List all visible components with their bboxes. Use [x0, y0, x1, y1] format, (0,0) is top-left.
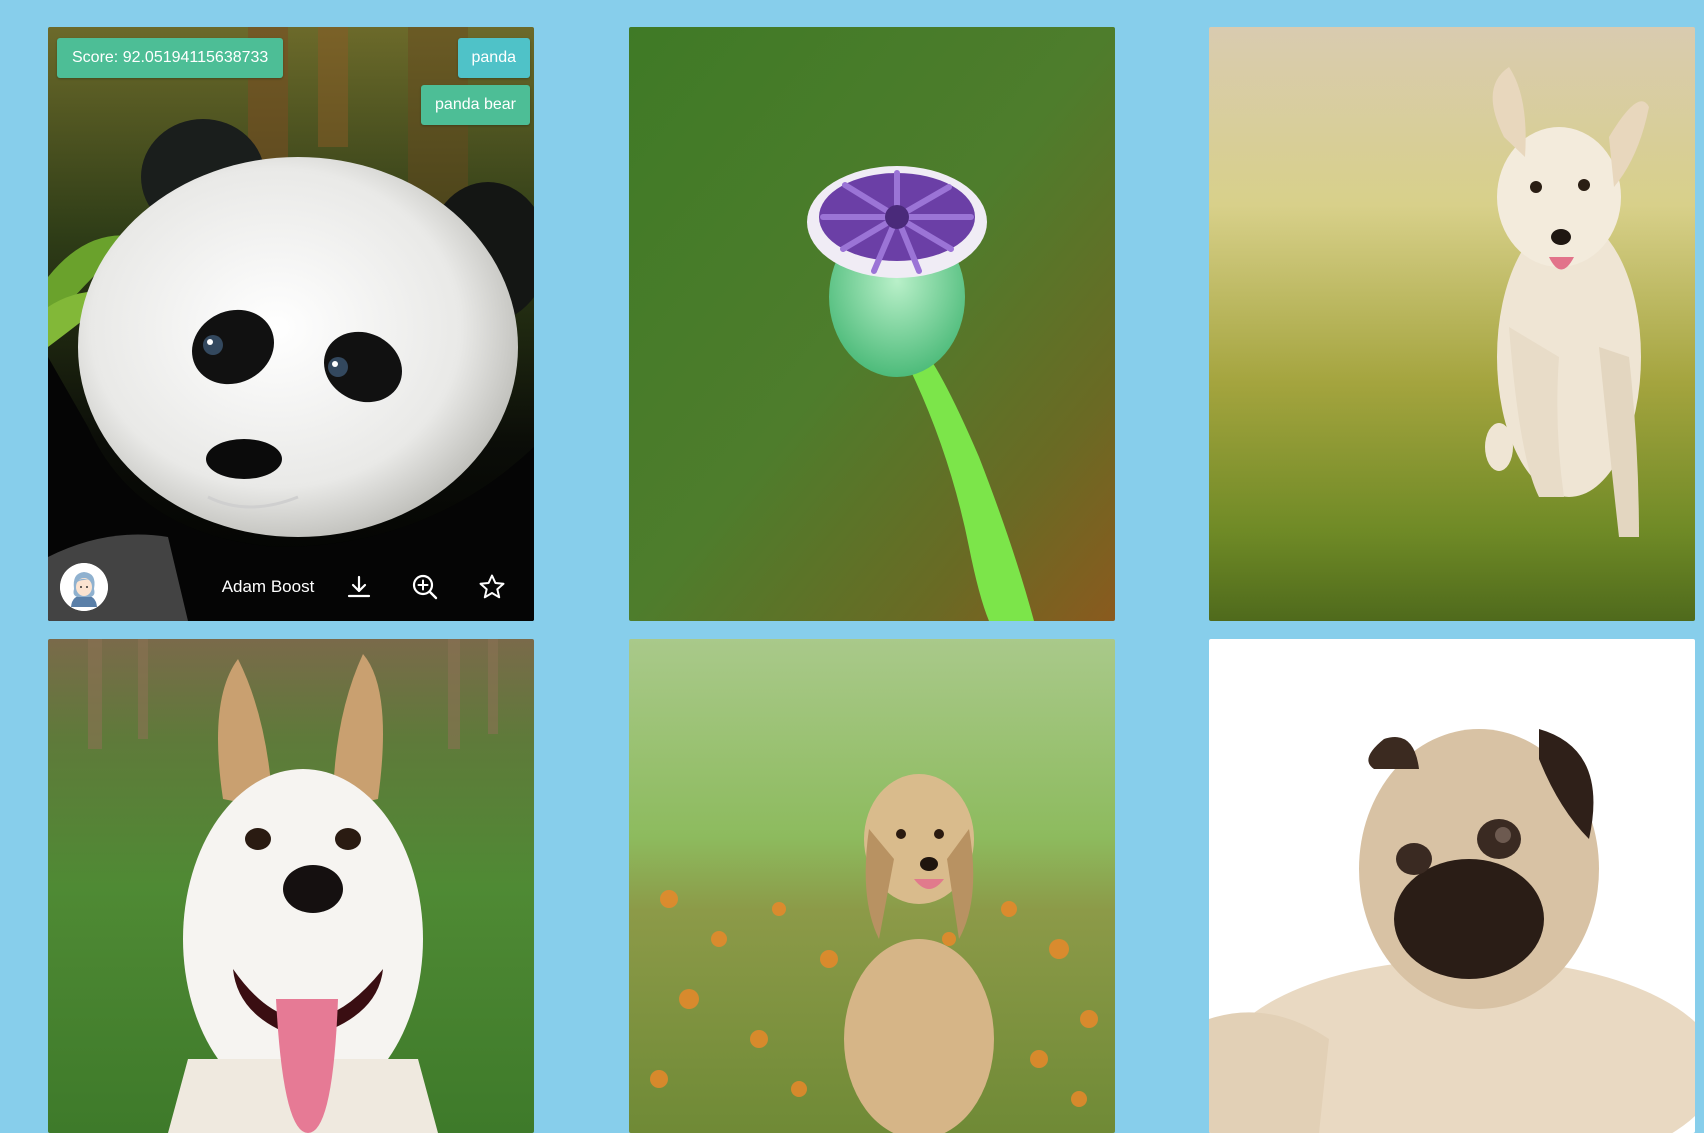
user-avatar-icon	[60, 563, 108, 611]
tag-panda-bear[interactable]: panda bear	[421, 85, 530, 125]
tag-label: panda bear	[435, 96, 516, 113]
image-card[interactable]	[629, 639, 1115, 1133]
image-card[interactable]	[1209, 639, 1695, 1133]
avatar[interactable]	[60, 563, 108, 611]
tag-label: panda	[471, 49, 517, 66]
image-card[interactable]: Score: 92.05194115638733 panda panda bea…	[48, 27, 534, 621]
download-icon[interactable]	[344, 572, 374, 602]
score-label: Score: 92.05194115638733	[72, 49, 269, 66]
card-footer: Adam Boost	[48, 555, 534, 621]
zoom-in-icon[interactable]	[410, 572, 440, 602]
image-card[interactable]	[1209, 27, 1695, 621]
puppy-running-photo[interactable]	[1209, 27, 1695, 621]
dog-smiling-photo[interactable]	[48, 639, 534, 1133]
score-badge: Score: 92.05194115638733	[57, 38, 284, 78]
pug-photo[interactable]	[1209, 639, 1695, 1133]
tag-panda[interactable]: panda	[457, 38, 530, 78]
poppy-photo[interactable]	[629, 27, 1115, 621]
image-card[interactable]	[48, 639, 534, 1133]
star-icon[interactable]	[477, 572, 507, 602]
golden-puppy-photo[interactable]	[629, 639, 1115, 1133]
image-card[interactable]	[629, 27, 1115, 621]
tag-list: panda panda bear	[421, 38, 530, 125]
author-name[interactable]: Adam Boost	[176, 577, 360, 597]
